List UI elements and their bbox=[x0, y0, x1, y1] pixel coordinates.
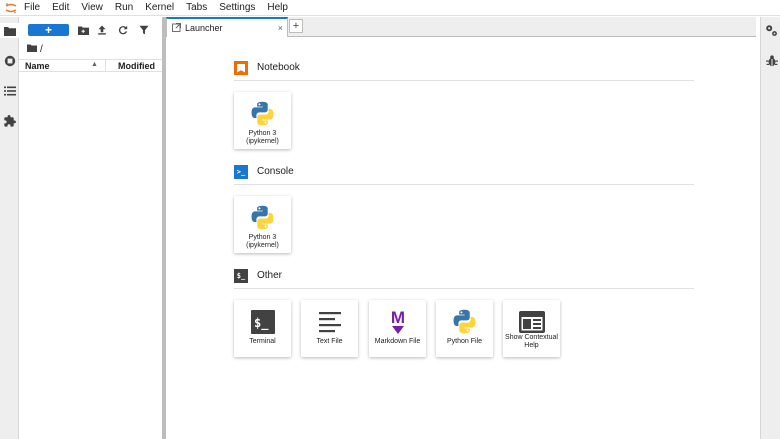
table-of-contents-icon[interactable] bbox=[2, 83, 17, 98]
card-label: Markdown File bbox=[374, 338, 421, 345]
launcher-card-contextual-help[interactable]: Show Contextual Help bbox=[503, 300, 560, 357]
menu-view[interactable]: View bbox=[75, 0, 109, 16]
card-label: Terminal bbox=[249, 338, 276, 345]
file-browser-panel: + / Name ▲ Modified bbox=[19, 17, 162, 439]
card-label: Python File bbox=[446, 338, 483, 345]
add-tab-button[interactable]: + bbox=[289, 19, 303, 33]
file-list-header: Name ▲ Modified bbox=[19, 59, 162, 72]
section-title: Notebook bbox=[257, 62, 300, 73]
terminal-icon: $_ bbox=[247, 306, 278, 337]
svg-text:M: M bbox=[390, 308, 404, 327]
debugger-icon[interactable] bbox=[764, 53, 779, 68]
extension-manager-icon[interactable] bbox=[2, 113, 17, 128]
markdown-icon: M bbox=[382, 306, 413, 337]
menu-edit[interactable]: Edit bbox=[46, 0, 75, 16]
sort-ascending-icon: ▲ bbox=[91, 61, 98, 68]
card-label: Python 3 (ipykernel) bbox=[246, 234, 279, 249]
close-tab-icon[interactable]: × bbox=[278, 23, 283, 33]
left-activity-bar bbox=[0, 17, 19, 439]
launcher-card-text-file[interactable]: Text File bbox=[301, 300, 358, 357]
menu-tabs[interactable]: Tabs bbox=[180, 0, 213, 16]
menu-kernel[interactable]: Kernel bbox=[139, 0, 180, 16]
tab-label: Launcher bbox=[185, 23, 223, 33]
running-sessions-icon[interactable] bbox=[2, 53, 17, 68]
python-icon bbox=[247, 202, 278, 233]
file-browser-toolbar: + bbox=[19, 17, 162, 41]
other-icon: $_ bbox=[234, 269, 248, 283]
launcher-card-console-python3[interactable]: Python 3 (ipykernel) bbox=[234, 196, 291, 253]
text-file-icon bbox=[314, 306, 345, 337]
file-browser-tab-icon[interactable] bbox=[0, 23, 19, 38]
jupyter-logo-icon bbox=[2, 0, 20, 16]
refresh-icon[interactable] bbox=[116, 23, 130, 37]
contextual-help-icon bbox=[516, 306, 547, 337]
column-divider[interactable] bbox=[105, 60, 106, 71]
python-icon bbox=[247, 98, 278, 129]
tab-bar: Launcher × + bbox=[166, 17, 756, 37]
menu-file[interactable]: File bbox=[20, 0, 46, 16]
upload-icon[interactable] bbox=[95, 23, 109, 37]
menu-bar: File Edit View Run Kernel Tabs Settings … bbox=[0, 0, 780, 16]
card-label: Python 3 (ipykernel) bbox=[246, 130, 279, 145]
launcher-card-notebook-python3[interactable]: Python 3 (ipykernel) bbox=[234, 92, 291, 149]
python-icon bbox=[449, 306, 480, 337]
launcher-card-python-file[interactable]: Python File bbox=[436, 300, 493, 357]
menu-help[interactable]: Help bbox=[261, 0, 294, 16]
menu-run[interactable]: Run bbox=[109, 0, 139, 16]
filter-icon[interactable] bbox=[137, 23, 151, 37]
card-label: Show Contextual Help bbox=[505, 334, 558, 349]
card-label: Text File bbox=[316, 338, 343, 345]
breadcrumb: / bbox=[27, 43, 43, 55]
right-activity-bar bbox=[760, 17, 780, 439]
launcher-card-terminal[interactable]: $_ Terminal bbox=[234, 300, 291, 357]
launcher: Notebook Python 3 (ipykernel) >_ Console… bbox=[166, 38, 756, 439]
console-section-header: >_ Console bbox=[234, 165, 694, 185]
new-folder-icon[interactable] bbox=[76, 23, 90, 37]
section-title: Console bbox=[257, 166, 294, 177]
section-title: Other bbox=[257, 270, 283, 281]
console-icon: >_ bbox=[234, 165, 248, 179]
launcher-tab-icon bbox=[172, 22, 181, 34]
column-name-header[interactable]: Name bbox=[25, 61, 50, 71]
tab-launcher[interactable]: Launcher × bbox=[166, 17, 288, 37]
launcher-card-markdown-file[interactable]: M Markdown File bbox=[369, 300, 426, 357]
property-inspector-icon[interactable] bbox=[764, 23, 779, 38]
notebook-section-header: Notebook bbox=[234, 61, 694, 81]
main-area: Launcher × + Notebook Python 3 (ipykerne… bbox=[166, 17, 756, 439]
column-modified-header[interactable]: Modified bbox=[118, 61, 155, 71]
breadcrumb-root[interactable]: / bbox=[40, 44, 43, 55]
menu-settings[interactable]: Settings bbox=[213, 0, 261, 16]
notebook-icon bbox=[234, 61, 248, 75]
svg-text:$_: $_ bbox=[254, 316, 269, 331]
home-folder-icon[interactable] bbox=[27, 44, 37, 55]
new-launcher-button[interactable]: + bbox=[28, 24, 69, 36]
other-section-header: $_ Other bbox=[234, 269, 694, 289]
